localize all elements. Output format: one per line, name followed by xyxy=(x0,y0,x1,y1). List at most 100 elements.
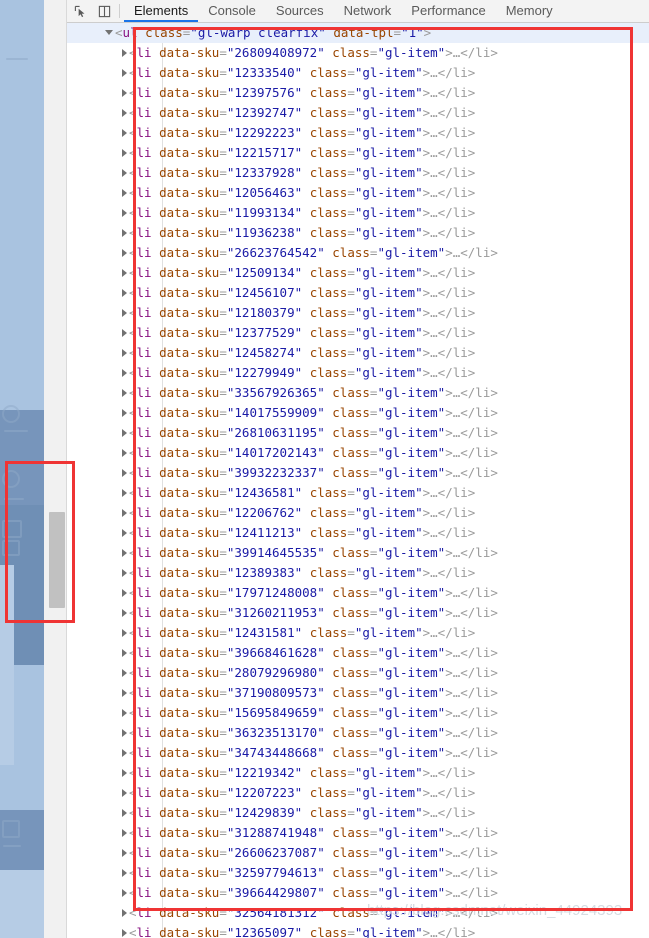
dom-row-li-item[interactable]: <li data-sku="12292223" class="gl-item">… xyxy=(67,123,649,143)
dom-row-li-item[interactable]: <li data-sku="37190809573" class="gl-ite… xyxy=(67,683,649,703)
dom-row-li-item[interactable]: <li data-sku="17971248008" class="gl-ite… xyxy=(67,583,649,603)
chevron-right-icon[interactable] xyxy=(122,348,127,357)
chevron-right-icon[interactable] xyxy=(122,148,127,157)
chevron-right-icon[interactable] xyxy=(122,828,127,837)
devtools-scrollbar-thumb[interactable] xyxy=(49,512,65,608)
dom-row-li-item[interactable]: <li data-sku="36323513170" class="gl-ite… xyxy=(67,723,649,743)
dom-tree[interactable]: <ul class="gl-warp clearfix" data-tpl="1… xyxy=(67,23,649,938)
dom-row-li-item[interactable]: <li data-sku="39664429807" class="gl-ite… xyxy=(67,883,649,903)
chevron-right-icon[interactable] xyxy=(122,888,127,897)
dom-row-li-item[interactable]: <li data-sku="12392747" class="gl-item">… xyxy=(67,103,649,123)
chevron-right-icon[interactable] xyxy=(122,468,127,477)
tab-memory[interactable]: Memory xyxy=(496,0,563,22)
chevron-right-icon[interactable] xyxy=(122,788,127,797)
chevron-right-icon[interactable] xyxy=(122,288,127,297)
chevron-right-icon[interactable] xyxy=(122,868,127,877)
inspect-element-icon[interactable] xyxy=(69,2,91,20)
chevron-right-icon[interactable] xyxy=(122,228,127,237)
chevron-right-icon[interactable] xyxy=(122,608,127,617)
dom-row-li-item[interactable]: <li data-sku="12436581" class="gl-item">… xyxy=(67,483,649,503)
dom-row-li-item[interactable]: <li data-sku="12207223" class="gl-item">… xyxy=(67,783,649,803)
chevron-right-icon[interactable] xyxy=(122,448,127,457)
dom-row-li-item[interactable]: <li data-sku="12377529" class="gl-item">… xyxy=(67,323,649,343)
dom-row-li-item[interactable]: <li data-sku="12429839" class="gl-item">… xyxy=(67,803,649,823)
dom-row-li-item[interactable]: <li data-sku="12180379" class="gl-item">… xyxy=(67,303,649,323)
dom-row-li-item[interactable]: <li data-sku="15695849659" class="gl-ite… xyxy=(67,703,649,723)
dom-row-li-item[interactable]: <li data-sku="31260211953" class="gl-ite… xyxy=(67,603,649,623)
chevron-right-icon[interactable] xyxy=(122,628,127,637)
dom-row-ul-root[interactable]: <ul class="gl-warp clearfix" data-tpl="1… xyxy=(67,23,649,43)
device-toolbar-icon[interactable] xyxy=(93,2,115,20)
dom-row-li-item[interactable]: <li data-sku="32597794613" class="gl-ite… xyxy=(67,863,649,883)
dom-row-li-item[interactable]: <li data-sku="34743448668" class="gl-ite… xyxy=(67,743,649,763)
tab-performance[interactable]: Performance xyxy=(401,0,495,22)
dom-row-li-item[interactable]: <li data-sku="39932232337" class="gl-ite… xyxy=(67,463,649,483)
chevron-right-icon[interactable] xyxy=(122,128,127,137)
tab-network[interactable]: Network xyxy=(334,0,402,22)
chevron-right-icon[interactable] xyxy=(122,588,127,597)
chevron-right-icon[interactable] xyxy=(122,428,127,437)
chevron-right-icon[interactable] xyxy=(122,568,127,577)
chevron-right-icon[interactable] xyxy=(122,908,127,917)
chevron-right-icon[interactable] xyxy=(122,768,127,777)
chevron-right-icon[interactable] xyxy=(122,708,127,717)
chevron-right-icon[interactable] xyxy=(122,848,127,857)
chevron-right-icon[interactable] xyxy=(122,728,127,737)
dom-row-li-item[interactable]: <li data-sku="14017202143" class="gl-ite… xyxy=(67,443,649,463)
dom-row-li-item[interactable]: <li data-sku="12337928" class="gl-item">… xyxy=(67,163,649,183)
chevron-right-icon[interactable] xyxy=(122,508,127,517)
dom-row-li-item[interactable]: <li data-sku="12219342" class="gl-item">… xyxy=(67,763,649,783)
chevron-right-icon[interactable] xyxy=(122,48,127,57)
dom-row-li-item[interactable]: <li data-sku="26606237087" class="gl-ite… xyxy=(67,843,649,863)
chevron-right-icon[interactable] xyxy=(122,808,127,817)
tab-console[interactable]: Console xyxy=(198,0,266,22)
dom-row-li-item[interactable]: <li data-sku="12365097" class="gl-item">… xyxy=(67,923,649,938)
dom-row-li-item[interactable]: <li data-sku="26809408972" class="gl-ite… xyxy=(67,43,649,63)
chevron-right-icon[interactable] xyxy=(122,748,127,757)
chevron-right-icon[interactable] xyxy=(122,648,127,657)
dom-row-li-item[interactable]: <li data-sku="12206762" class="gl-item">… xyxy=(67,503,649,523)
tab-elements[interactable]: Elements xyxy=(124,0,199,22)
chevron-right-icon[interactable] xyxy=(122,668,127,677)
dom-row-li-item[interactable]: <li data-sku="14017559909" class="gl-ite… xyxy=(67,403,649,423)
chevron-right-icon[interactable] xyxy=(122,208,127,217)
dom-row-li-item[interactable]: <li data-sku="11993134" class="gl-item">… xyxy=(67,203,649,223)
chevron-down-icon[interactable] xyxy=(105,30,113,35)
chevron-right-icon[interactable] xyxy=(122,688,127,697)
chevron-right-icon[interactable] xyxy=(122,68,127,77)
chevron-right-icon[interactable] xyxy=(122,168,127,177)
chevron-right-icon[interactable] xyxy=(122,388,127,397)
chevron-right-icon[interactable] xyxy=(122,928,127,937)
dom-row-li-item[interactable]: <li data-sku="12411213" class="gl-item">… xyxy=(67,523,649,543)
chevron-right-icon[interactable] xyxy=(122,88,127,97)
chevron-right-icon[interactable] xyxy=(122,188,127,197)
dom-row-li-item[interactable]: <li data-sku="12389383" class="gl-item">… xyxy=(67,563,649,583)
dom-row-li-item[interactable]: <li data-sku="31288741948" class="gl-ite… xyxy=(67,823,649,843)
dom-row-li-item[interactable]: <li data-sku="28079296980" class="gl-ite… xyxy=(67,663,649,683)
devtools-scrollbar-track[interactable] xyxy=(44,0,67,938)
dom-row-li-item[interactable]: <li data-sku="12279949" class="gl-item">… xyxy=(67,363,649,383)
dom-row-li-item[interactable]: <li data-sku="12215717" class="gl-item">… xyxy=(67,143,649,163)
chevron-right-icon[interactable] xyxy=(122,268,127,277)
dom-row-li-item[interactable]: <li data-sku="12509134" class="gl-item">… xyxy=(67,263,649,283)
dom-row-li-item[interactable]: <li data-sku="12458274" class="gl-item">… xyxy=(67,343,649,363)
chevron-right-icon[interactable] xyxy=(122,548,127,557)
dom-row-li-item[interactable]: <li data-sku="26623764542" class="gl-ite… xyxy=(67,243,649,263)
dom-row-li-item[interactable]: <li data-sku="12333540" class="gl-item">… xyxy=(67,63,649,83)
chevron-right-icon[interactable] xyxy=(122,528,127,537)
dom-row-li-item[interactable]: <li data-sku="26810631195" class="gl-ite… xyxy=(67,423,649,443)
dom-row-li-item[interactable]: <li data-sku="12397576" class="gl-item">… xyxy=(67,83,649,103)
dom-row-li-item[interactable]: <li data-sku="11936238" class="gl-item">… xyxy=(67,223,649,243)
chevron-right-icon[interactable] xyxy=(122,328,127,337)
dom-row-li-item[interactable]: <li data-sku="12431581" class="gl-item">… xyxy=(67,623,649,643)
chevron-right-icon[interactable] xyxy=(122,408,127,417)
chevron-right-icon[interactable] xyxy=(122,108,127,117)
tab-sources[interactable]: Sources xyxy=(266,0,334,22)
dom-row-li-item[interactable]: <li data-sku="39914645535" class="gl-ite… xyxy=(67,543,649,563)
chevron-right-icon[interactable] xyxy=(122,248,127,257)
dom-row-li-item[interactable]: <li data-sku="32564181312" class="gl-ite… xyxy=(67,903,649,923)
dom-row-li-item[interactable]: <li data-sku="12056463" class="gl-item">… xyxy=(67,183,649,203)
chevron-right-icon[interactable] xyxy=(122,308,127,317)
chevron-right-icon[interactable] xyxy=(122,368,127,377)
chevron-right-icon[interactable] xyxy=(122,488,127,497)
